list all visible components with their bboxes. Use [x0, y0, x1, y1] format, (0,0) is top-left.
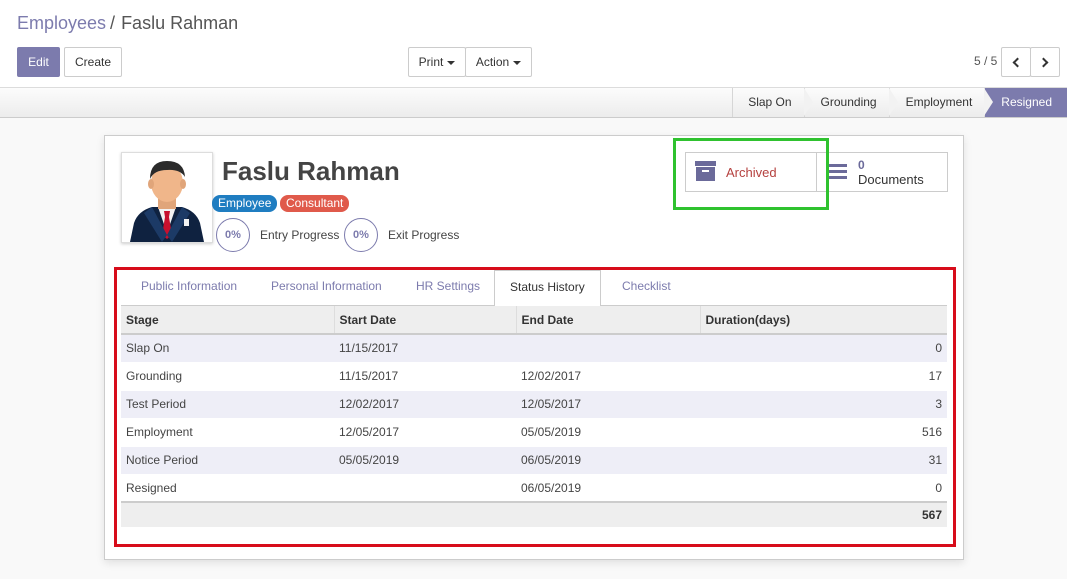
pager-value[interactable]: 5 / 5: [974, 54, 997, 68]
table-row[interactable]: Grounding 11/15/2017 12/02/2017 17: [121, 362, 947, 391]
documents-count: 0: [858, 158, 865, 172]
cell-stage: Resigned: [121, 474, 334, 503]
cell-end-date: 12/02/2017: [516, 362, 700, 391]
stage-resigned[interactable]: Resigned: [984, 88, 1067, 117]
cell-stage: Employment: [121, 418, 334, 447]
archive-box-icon: [695, 161, 716, 181]
table-row[interactable]: Slap On 11/15/2017 0: [121, 334, 947, 363]
cell-duration: 31: [700, 446, 947, 475]
stage-employment[interactable]: Employment: [888, 88, 993, 117]
cell-start-date: 05/05/2019: [334, 446, 516, 475]
businessman-avatar-icon: [130, 161, 204, 242]
action-dropdown-button[interactable]: Action: [465, 47, 532, 77]
pager-previous-button[interactable]: [1001, 47, 1031, 77]
cell-end-date: 06/05/2019: [516, 446, 700, 475]
archived-toggle-button[interactable]: Archived: [686, 153, 817, 191]
cell-duration: 0: [700, 334, 947, 363]
cell-duration: 0: [700, 474, 947, 503]
tag-consultant[interactable]: Consultant: [280, 195, 350, 212]
stage-slap-on[interactable]: Slap On: [732, 88, 813, 117]
edit-button[interactable]: Edit: [17, 47, 60, 77]
archived-label: Archived: [726, 165, 777, 180]
table-row[interactable]: Notice Period 05/05/2019 06/05/2019 31: [121, 446, 947, 475]
pager-next-button[interactable]: [1030, 47, 1060, 77]
duration-total: 567: [700, 501, 947, 528]
breadcrumb-separator: /: [110, 13, 116, 33]
stage-grounding[interactable]: Grounding: [803, 88, 898, 117]
cell-end-date: 05/05/2019: [516, 418, 700, 447]
create-button[interactable]: Create: [64, 47, 122, 77]
exit-progress-label: Exit Progress: [388, 228, 460, 242]
exit-progress-gauge: 0%: [344, 218, 378, 252]
cell-start-date: 12/05/2017: [334, 418, 516, 447]
cell-duration: 516: [700, 418, 947, 447]
cell-stage: Slap On: [121, 334, 334, 363]
employee-avatar[interactable]: [121, 152, 213, 243]
tab-hr-settings[interactable]: HR Settings: [400, 270, 496, 306]
stage-pipeline: Slap On Grounding Employment Resigned: [732, 88, 1067, 117]
edit-button-label: Edit: [28, 55, 49, 69]
form-tabs: Public Information Personal Information …: [121, 270, 947, 307]
create-button-label: Create: [74, 55, 112, 69]
smart-buttons: Archived 0 Documents: [685, 152, 948, 192]
print-label: Print: [418, 55, 444, 69]
cell-stage: Notice Period: [121, 446, 334, 475]
tab-status-history[interactable]: Status History: [494, 270, 601, 307]
tag-employee[interactable]: Employee: [212, 195, 278, 212]
cell-start-date: 11/15/2017: [334, 334, 516, 363]
tab-public-information[interactable]: Public Information: [125, 270, 253, 306]
entry-progress-gauge: 0%: [216, 218, 250, 252]
breadcrumb: Employees / Faslu Rahman: [17, 13, 238, 34]
statusbar: Slap On Grounding Employment Resigned: [0, 88, 1067, 118]
entry-progress-label: Entry Progress: [260, 228, 340, 242]
table-row[interactable]: Resigned 06/05/2019 0: [121, 474, 947, 503]
column-header-start-date[interactable]: Start Date: [333, 306, 516, 335]
employee-form-sheet: Faslu Rahman Employee Consultant 0% Entr…: [104, 135, 964, 560]
print-dropdown-button[interactable]: Print: [408, 47, 466, 77]
cell-start-date: [334, 474, 516, 503]
column-header-duration[interactable]: Duration(days): [699, 306, 947, 335]
cell-end-date: [516, 334, 700, 363]
cell-stage: Grounding: [121, 362, 334, 391]
chevron-left-icon: [1012, 57, 1023, 68]
chevron-right-icon: [1038, 57, 1049, 68]
tab-checklist[interactable]: Checklist: [606, 270, 687, 306]
cell-end-date: 12/05/2017: [516, 390, 700, 419]
tab-personal-information[interactable]: Personal Information: [255, 270, 398, 306]
table-footer-row: 567: [121, 501, 947, 528]
caret-down-icon: [513, 60, 522, 65]
list-icon: [829, 164, 847, 180]
cell-start-date: 11/15/2017: [334, 362, 516, 391]
cell-duration: 3: [700, 390, 947, 419]
cell-stage: Test Period: [121, 390, 334, 419]
cell-start-date: 12/02/2017: [334, 390, 516, 419]
employee-name: Faslu Rahman: [222, 156, 400, 186]
column-header-end-date[interactable]: End Date: [515, 306, 700, 335]
table-header-row: Stage Start Date End Date Duration(days): [121, 306, 947, 335]
breadcrumb-current: Faslu Rahman: [121, 13, 239, 33]
caret-down-icon: [447, 60, 456, 65]
table-row[interactable]: Test Period 12/02/2017 12/05/2017 3: [121, 390, 947, 419]
breadcrumb-employees-link[interactable]: Employees: [17, 13, 106, 33]
documents-button[interactable]: 0 Documents: [817, 153, 947, 191]
cell-duration: 17: [700, 362, 947, 391]
cell-end-date: 06/05/2019: [516, 474, 700, 503]
column-header-stage[interactable]: Stage: [121, 306, 334, 335]
table-row[interactable]: Employment 12/05/2017 05/05/2019 516: [121, 418, 947, 447]
control-panel: Employees / Faslu Rahman Edit Create Print…: [0, 0, 1067, 88]
documents-label: Documents: [858, 172, 924, 187]
action-label: Action: [475, 55, 510, 69]
status-history-table: Stage Start Date End Date Duration(days)…: [121, 306, 947, 528]
